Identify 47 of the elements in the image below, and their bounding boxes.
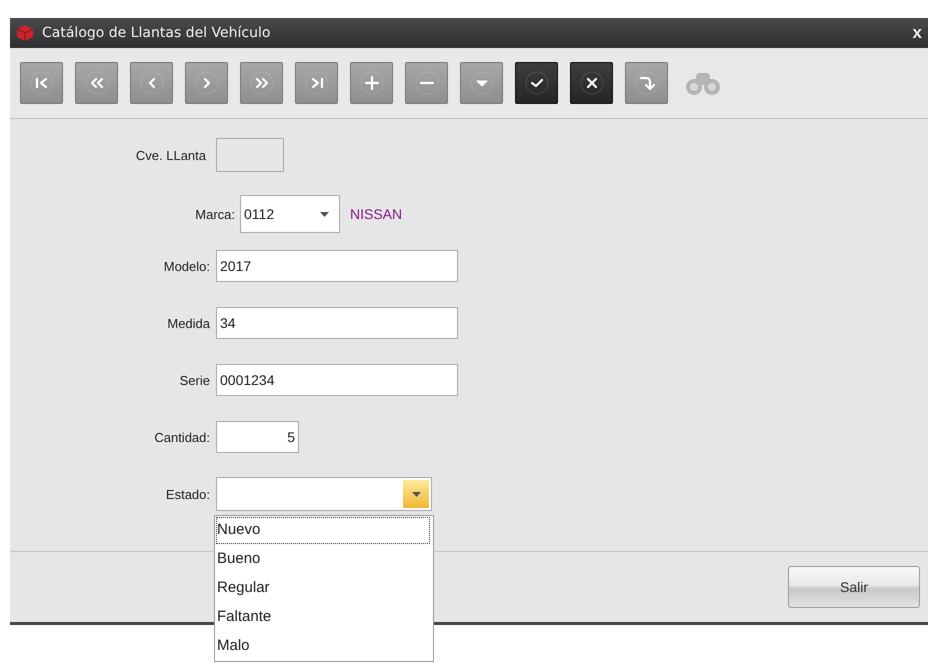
dropdown-button[interactable]	[460, 62, 503, 104]
exit-button[interactable]: Salir	[788, 566, 920, 608]
next-page-button[interactable]	[240, 62, 283, 104]
field-label: Medida	[166, 316, 211, 330]
input-field[interactable]: 0001234	[216, 364, 458, 396]
confirm-button[interactable]	[515, 62, 558, 104]
close-icon	[580, 71, 604, 95]
dropdown-option[interactable]: Nuevo	[215, 516, 431, 545]
dropdown-button[interactable]	[403, 480, 429, 508]
checkmark-icon	[524, 71, 548, 95]
field-label: Marca:	[194, 206, 236, 222]
double-chevron-right-icon	[250, 71, 274, 95]
input-field[interactable]	[216, 138, 284, 172]
add-button[interactable]	[350, 62, 393, 104]
field-label: Estado:	[164, 486, 211, 502]
field-label: Cantidad:	[153, 430, 211, 444]
first-button[interactable]	[20, 62, 63, 104]
minus-icon	[414, 71, 438, 95]
input-field[interactable]: 34	[216, 307, 458, 339]
skip-back-icon	[30, 71, 54, 95]
prev-page-button[interactable]	[75, 62, 118, 104]
chevron-right-icon	[194, 71, 218, 95]
field-label: Modelo:	[162, 258, 211, 274]
dropdown-field[interactable]	[216, 477, 432, 511]
dropdown-option[interactable]: Faltante	[215, 603, 433, 632]
caret-icon	[470, 71, 494, 95]
cube-icon	[16, 24, 34, 42]
combo-box[interactable]: 0112	[240, 195, 340, 233]
input-field[interactable]: 2017	[216, 250, 458, 282]
dropdown-option[interactable]: Bueno	[215, 545, 433, 574]
field-label: Serie	[178, 372, 211, 388]
last-button[interactable]	[295, 62, 338, 104]
chevron-left-icon	[140, 71, 164, 95]
dropdown-option[interactable]: Regular	[215, 574, 433, 603]
double-chevron-left-icon	[84, 71, 108, 95]
close-button[interactable]: x	[912, 23, 922, 43]
redo-button[interactable]	[625, 62, 668, 104]
window-title: Catálogo de Llantas del Vehículo	[42, 25, 272, 41]
caret-icon	[320, 212, 329, 216]
brand-name: NISSAN	[350, 206, 402, 222]
cancel-button[interactable]	[570, 62, 613, 104]
plus-icon	[360, 71, 384, 95]
caret-icon	[412, 492, 420, 496]
skip-forward-icon	[304, 71, 328, 95]
input-field[interactable]: 5	[216, 421, 299, 453]
dropdown-option[interactable]: Malo	[215, 632, 433, 661]
field-label: Cve. LLanta	[134, 148, 207, 162]
